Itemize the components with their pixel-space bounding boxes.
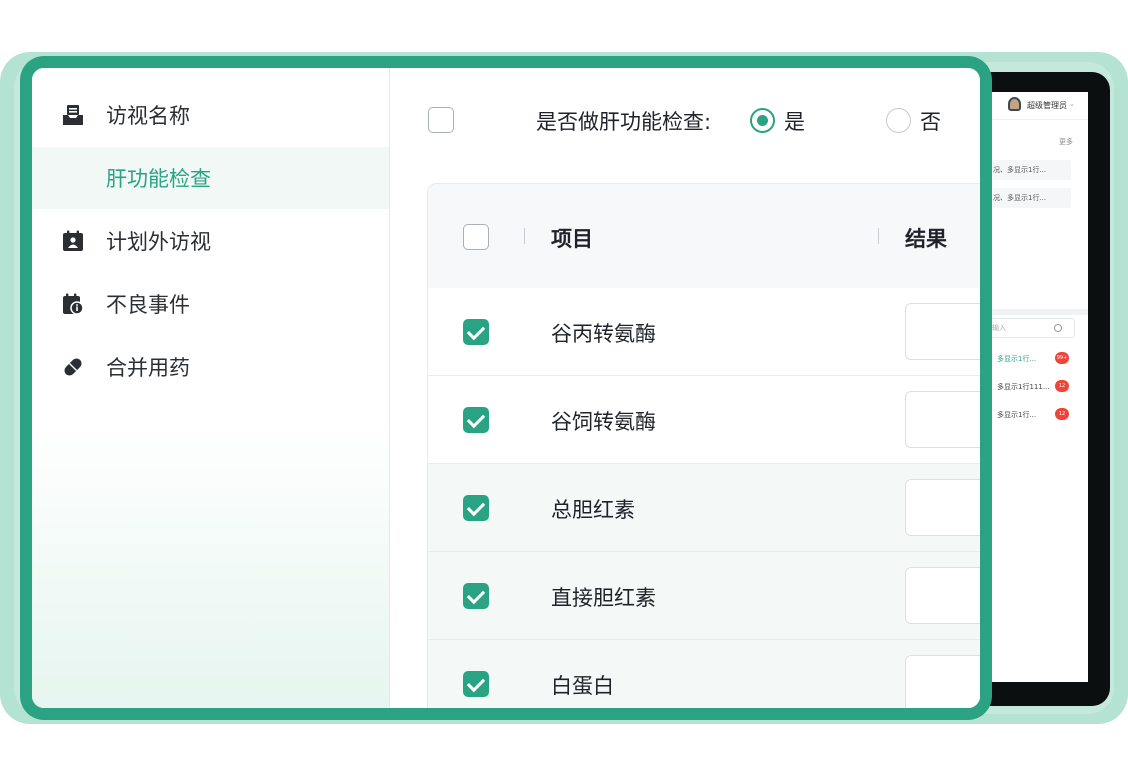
- result-input[interactable]: [905, 567, 980, 624]
- sidebar-item-label: 访视名称: [106, 104, 190, 128]
- row-checkbox[interactable]: [463, 671, 489, 697]
- radio-yes[interactable]: [750, 108, 775, 133]
- table-row: 谷丙转氨酶: [428, 288, 980, 376]
- list-item[interactable]: 多显示1行...: [997, 410, 1036, 420]
- list-item[interactable]: 多显示1行...: [997, 354, 1036, 364]
- result-input[interactable]: [905, 655, 980, 708]
- sidebar-item-unplanned-visit[interactable]: 计划外访视: [32, 210, 389, 272]
- sidebar-item-label: 计划外访视: [106, 230, 211, 254]
- item-name: 白蛋白: [551, 674, 614, 698]
- select-all-checkbox[interactable]: [428, 107, 454, 133]
- column-header-result: 结果: [905, 227, 947, 251]
- item-name: 谷丙转氨酶: [551, 322, 656, 346]
- avatar[interactable]: [1008, 97, 1021, 111]
- row-checkbox[interactable]: [463, 319, 489, 345]
- chevron-down-icon[interactable]: ⌄: [1069, 100, 1075, 108]
- row-checkbox[interactable]: [463, 495, 489, 521]
- column-divider: [524, 228, 525, 244]
- sidebar-item-visit-name[interactable]: 访视名称: [32, 84, 389, 146]
- item-name: 总胆红素: [551, 498, 635, 522]
- table-row: 谷饲转氨酶: [428, 376, 980, 464]
- radio-yes-label[interactable]: 是: [784, 106, 805, 136]
- result-input[interactable]: [905, 479, 980, 536]
- lab-items-table: 项目 结果 谷丙转氨酶 谷饲转氨酶 总胆红素 直接胆红素 白蛋白: [427, 183, 980, 708]
- table-row: 白蛋白: [428, 640, 980, 708]
- column-header-item: 项目: [551, 227, 593, 251]
- inbox-tray-icon: [62, 104, 84, 126]
- sidebar: 访视名称 肝功能检查 计划外访视 不良事件 合并用药: [32, 68, 390, 708]
- radio-no-label[interactable]: 否: [920, 106, 941, 136]
- pill-icon: [62, 356, 84, 378]
- item-name: 谷饲转氨酶: [551, 410, 656, 434]
- notice-item[interactable]: 况、多显示1行...: [993, 160, 1071, 180]
- list-item[interactable]: 多显示1行111...: [997, 382, 1050, 392]
- table-row: 直接胆红素: [428, 552, 980, 640]
- count-badge: 12: [1055, 408, 1069, 420]
- username[interactable]: 超级管理员: [1027, 100, 1067, 111]
- header-checkbox[interactable]: [463, 224, 489, 250]
- sidebar-item-concomitant-meds[interactable]: 合并用药: [32, 336, 389, 398]
- more-link[interactable]: 更多: [1059, 137, 1073, 147]
- sidebar-item-adverse-events[interactable]: 不良事件: [32, 273, 389, 335]
- column-divider: [878, 228, 879, 244]
- calendar-person-icon: [62, 230, 84, 252]
- count-badge: 99+: [1055, 352, 1069, 364]
- main-panel: 访视名称 肝功能检查 计划外访视 不良事件 合并用药 是否做肝功能检查: 是 否…: [32, 68, 980, 708]
- sidebar-item-label: 肝功能检查: [106, 167, 211, 191]
- table-row: 总胆红素: [428, 464, 980, 552]
- search-input[interactable]: 输入: [989, 318, 1075, 338]
- radio-no[interactable]: [886, 108, 911, 133]
- count-badge: 12: [1055, 380, 1069, 392]
- notice-item[interactable]: 况、多显示1行...: [993, 188, 1071, 208]
- sidebar-item-liver-function[interactable]: 肝功能检查: [32, 147, 389, 209]
- row-checkbox[interactable]: [463, 407, 489, 433]
- liver-test-question: 是否做肝功能检查:: [536, 110, 712, 134]
- result-input[interactable]: [905, 303, 980, 360]
- sidebar-item-label: 不良事件: [106, 293, 190, 317]
- sidebar-item-label: 合并用药: [106, 356, 190, 380]
- row-checkbox[interactable]: [463, 583, 489, 609]
- result-input[interactable]: [905, 391, 980, 448]
- table-header: 项目 结果: [428, 184, 980, 288]
- calendar-alert-icon: [62, 293, 84, 315]
- search-icon[interactable]: [1054, 324, 1062, 332]
- item-name: 直接胆红素: [551, 586, 656, 610]
